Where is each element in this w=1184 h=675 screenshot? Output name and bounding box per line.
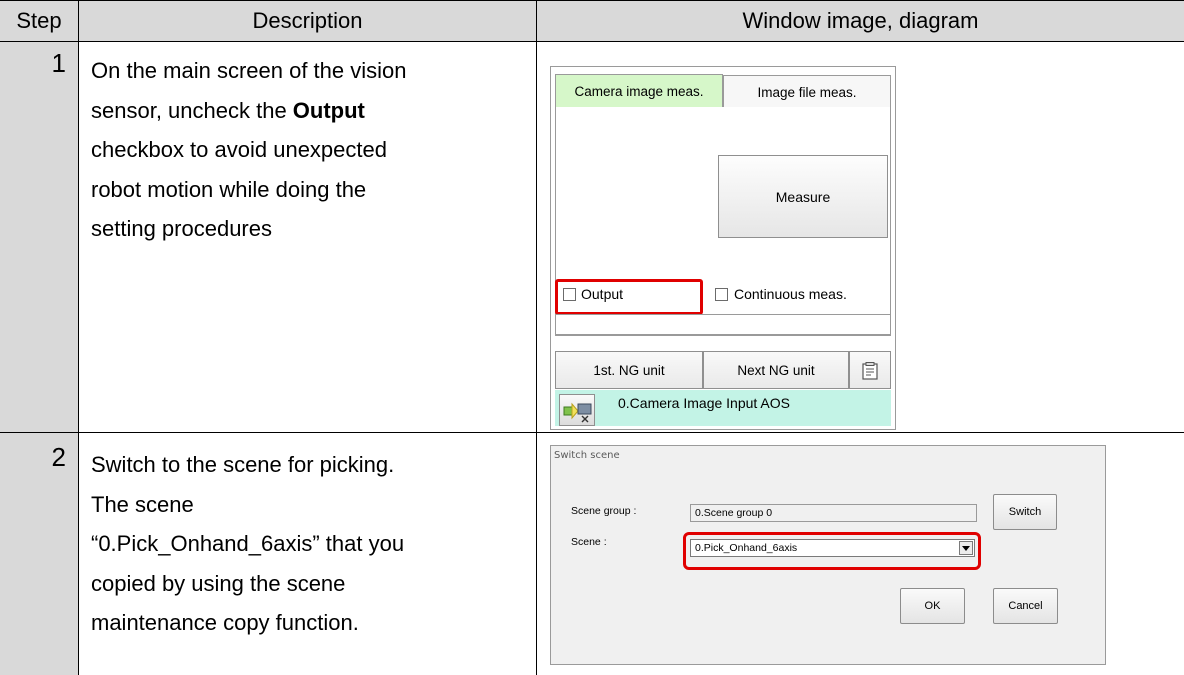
output-keyword: Output — [292, 97, 365, 123]
first-ng-unit-button[interactable]: 1st. NG unit — [555, 351, 703, 389]
description-line: robot motion while doing the — [91, 176, 367, 202]
header-bottom-border — [0, 41, 1184, 42]
step-number-1: 1 — [51, 48, 66, 78]
option-row-divider — [555, 314, 891, 315]
header-window-image: Window image, diagram — [742, 8, 979, 33]
description-line: maintenance copy function. — [91, 610, 359, 635]
continuous-meas-checkbox[interactable] — [715, 288, 728, 301]
cancel-button[interactable]: Cancel — [993, 588, 1058, 624]
scene-group-field: 0.Scene group 0 — [690, 504, 977, 522]
description-column-divider — [536, 0, 537, 675]
table-top-border — [0, 0, 1184, 1]
switch-button[interactable]: Switch — [993, 494, 1057, 530]
step-column-background — [0, 42, 78, 675]
description-line: Switch to the scene for picking. — [91, 452, 395, 477]
scene-highlight-box — [683, 532, 981, 570]
clipboard-icon — [862, 362, 878, 380]
option-row — [555, 335, 891, 336]
description-line: setting procedures — [91, 216, 272, 241]
step-number-2: 2 — [51, 442, 66, 472]
description-line: On the main screen of the vision — [91, 58, 407, 83]
unit-label: 0.Camera Image Input AOS — [618, 395, 790, 411]
description-line: checkbox to avoid unexpected — [91, 137, 387, 162]
tab-camera-image-meas[interactable]: Camera image meas. — [555, 74, 723, 108]
description-line: sensor, uncheck the Output — [91, 97, 365, 123]
header-step: Step — [16, 8, 62, 33]
dialog-title: Switch scene — [554, 450, 620, 461]
row1-bottom-border — [0, 432, 1184, 433]
scene-group-label: Scene group : — [571, 505, 637, 517]
step-2-description: Switch to the scene for picking. The sce… — [91, 445, 531, 643]
unit-settings-button[interactable] — [849, 351, 891, 389]
measure-button[interactable]: Measure — [718, 155, 888, 238]
header-description: Description — [252, 8, 363, 33]
switch-scene-dialog: Switch scene Scene group : 0.Scene group… — [550, 445, 1106, 665]
next-ng-unit-button[interactable]: Next NG unit — [703, 351, 849, 389]
vision-sensor-panel: Camera image meas. Image file meas. Meas… — [550, 66, 896, 430]
continuous-meas-label: Continuous meas. — [734, 286, 847, 302]
ok-button[interactable]: OK — [900, 588, 965, 624]
description-line: “0.Pick_Onhand_6axis” that you — [91, 531, 405, 556]
step-column-divider — [78, 0, 79, 675]
camera-input-icon — [559, 394, 595, 426]
scene-label: Scene : — [571, 536, 607, 548]
step-1-description: On the main screen of the vision sensor,… — [91, 51, 531, 249]
output-highlight-box — [555, 279, 703, 315]
description-line: copied by using the scene — [91, 570, 346, 596]
tab-image-file-meas[interactable]: Image file meas. — [723, 75, 891, 109]
description-line: The scene — [91, 491, 194, 517]
